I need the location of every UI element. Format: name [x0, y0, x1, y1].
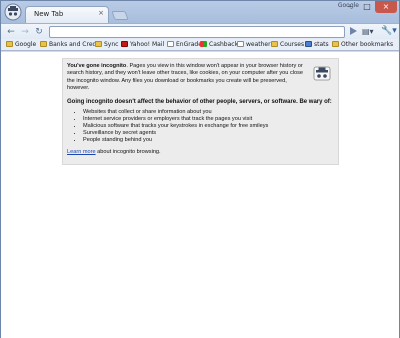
maximize-button[interactable]: □ — [359, 1, 375, 13]
go-icon[interactable] — [350, 27, 357, 35]
folder-icon — [271, 41, 278, 47]
incognito-warning-heading: Going incognito doesn't affect the behav… — [67, 98, 332, 105]
bookmark-stats[interactable]: stats — [305, 40, 329, 50]
bookmark-banks-and-credit[interactable]: Banks and Credit — [40, 40, 100, 50]
page-menu-button[interactable]: ▤▾ — [362, 27, 374, 36]
forward-button[interactable]: → — [19, 26, 31, 38]
incognito-intro-bold: You've gone incognito — [67, 63, 127, 69]
incognito-intro: You've gone incognito. Pages you view in… — [67, 63, 307, 93]
learn-more-link[interactable]: Learn more — [67, 149, 96, 155]
bookmark-weather[interactable]: weather — [237, 40, 271, 50]
new-tab-button[interactable] — [111, 11, 129, 20]
back-button[interactable]: ← — [5, 26, 17, 38]
doc-icon — [167, 41, 174, 47]
list-item: Internet service providers or employers … — [83, 116, 334, 123]
doc-icon — [237, 41, 244, 47]
page-content: You've gone incognito. Pages you view in… — [1, 52, 399, 338]
bookmark-cashback[interactable]: Cashback — [200, 40, 238, 50]
browser-window: New Tab × Google – □ × ← → ↻ ▤▾ 🔧▾ Googl… — [0, 0, 400, 338]
bookmarks-bar: Google Banks and Credit Sync Yahoo! Mail… — [1, 39, 399, 51]
bookmark-google[interactable]: Google — [6, 40, 36, 50]
tab-title: New Tab — [34, 10, 64, 18]
folder-icon — [6, 41, 13, 47]
stats-icon — [305, 41, 312, 47]
learn-more-line: Learn more about incognito browsing. — [67, 149, 307, 156]
folder-icon — [40, 41, 47, 47]
learn-more-text: about incognito browsing. — [95, 149, 161, 156]
wrench-menu-button[interactable]: 🔧▾ — [381, 26, 397, 36]
cashback-icon — [200, 41, 207, 47]
list-item: Websites that collect or share informati… — [83, 109, 334, 116]
incognito-icon — [4, 3, 22, 21]
incognito-spy-icon — [313, 66, 331, 81]
warning-list: Websites that collect or share informati… — [83, 109, 334, 144]
title-bar: New Tab × Google – □ × — [1, 1, 399, 23]
address-bar[interactable] — [49, 26, 345, 45]
folder-icon — [332, 41, 339, 47]
folder-icon — [95, 41, 102, 47]
reload-button[interactable]: ↻ — [33, 26, 45, 38]
tab-close-icon[interactable]: × — [98, 9, 104, 17]
bookmark-sync[interactable]: Sync — [95, 40, 118, 50]
bookmark-other-bookmarks[interactable]: Other bookmarks — [332, 40, 393, 50]
bookmark-engrade[interactable]: EnGrade — [167, 40, 202, 50]
yahoo-icon — [121, 41, 128, 47]
tab-new-tab[interactable]: New Tab × — [25, 6, 109, 23]
close-window-button[interactable]: × — [375, 1, 397, 13]
minimize-button[interactable]: – — [341, 1, 359, 13]
bookmark-courses[interactable]: Courses — [271, 40, 304, 50]
list-item: Surveillance by secret agents — [83, 130, 334, 137]
bookmark-yahoo-mail[interactable]: Yahoo! Mail — [121, 40, 164, 50]
list-item: Malicious software that tracks your keys… — [83, 123, 334, 130]
incognito-info-panel: You've gone incognito. Pages you view in… — [62, 58, 339, 165]
list-item: People standing behind you — [83, 137, 334, 144]
toolbar: ← → ↻ ▤▾ 🔧▾ — [1, 23, 399, 45]
